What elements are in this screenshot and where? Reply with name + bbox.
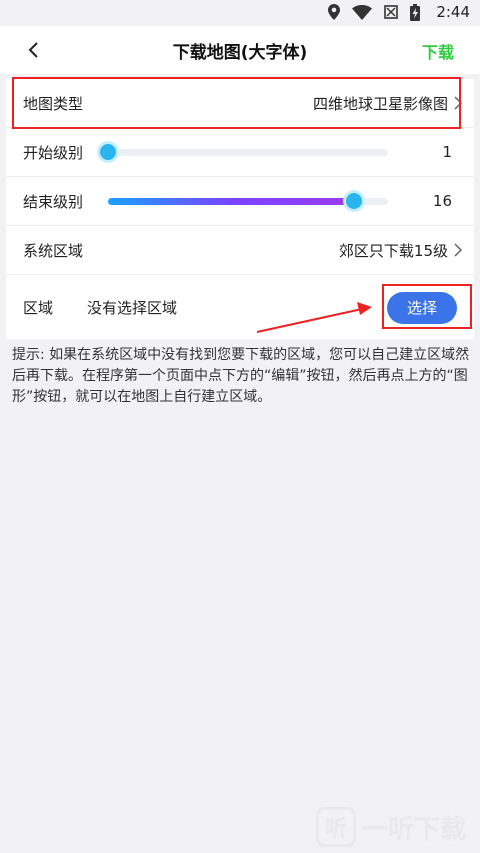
start-level-row: 开始级别 1 bbox=[6, 128, 474, 177]
area-value: 没有选择区域 bbox=[87, 298, 178, 317]
status-bar: 2:44 bbox=[0, 0, 480, 26]
watermark-text: 一听下载 bbox=[361, 814, 466, 845]
chevron-right-icon bbox=[454, 96, 463, 110]
end-level-slider-fill bbox=[108, 198, 355, 205]
app-bar: 下载地图(大字体) 下载 bbox=[0, 26, 480, 74]
location-icon bbox=[328, 4, 341, 20]
system-area-label: 系统区域 bbox=[23, 241, 84, 260]
end-level-row: 结束级别 16 bbox=[6, 177, 474, 226]
end-level-slider[interactable] bbox=[108, 193, 388, 209]
map-type-row[interactable]: 地图类型 四维地球卫星影像图 bbox=[6, 79, 474, 128]
select-area-button[interactable]: 选择 bbox=[387, 292, 457, 324]
map-type-value: 四维地球卫星影像图 bbox=[312, 94, 448, 113]
area-label: 区域 bbox=[23, 298, 54, 317]
start-level-slider-knob[interactable] bbox=[100, 144, 116, 160]
download-button[interactable]: 下载 bbox=[422, 39, 454, 63]
watermark: 听 一听下载 bbox=[315, 807, 466, 847]
start-level-label: 开始级别 bbox=[23, 143, 84, 162]
status-icons: 2:44 bbox=[328, 3, 470, 21]
system-area-value: 郊区只下载15级 bbox=[338, 241, 448, 260]
svg-text:听: 听 bbox=[325, 817, 347, 842]
battery-charging-icon bbox=[410, 3, 421, 21]
hint-text: 提示: 如果在系统区域中没有找到您要下载的区域，您可以自己建立区域然后再下载。在… bbox=[12, 347, 470, 405]
start-level-value: 1 bbox=[442, 143, 452, 161]
end-level-value: 16 bbox=[432, 192, 452, 210]
no-signal-icon bbox=[384, 5, 399, 19]
map-type-label: 地图类型 bbox=[23, 94, 84, 113]
page-title: 下载地图(大字体) bbox=[172, 42, 308, 63]
end-level-slider-knob[interactable] bbox=[346, 193, 363, 209]
system-area-row[interactable]: 系统区域 郊区只下载15级 bbox=[6, 226, 474, 275]
start-level-slider[interactable] bbox=[100, 144, 388, 160]
chevron-right-icon bbox=[454, 243, 463, 257]
watermark-logo-icon: 听 bbox=[315, 807, 356, 847]
wifi-icon bbox=[352, 4, 373, 20]
end-level-label: 结束级别 bbox=[23, 192, 84, 211]
clock: 2:44 bbox=[436, 3, 470, 21]
